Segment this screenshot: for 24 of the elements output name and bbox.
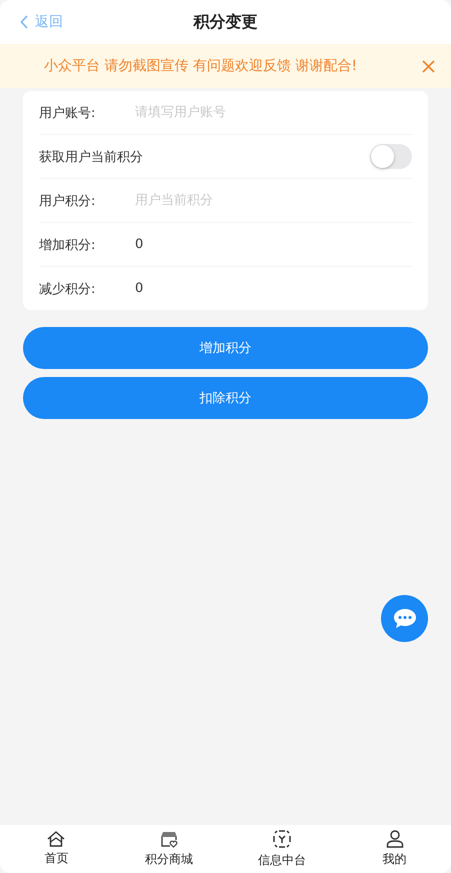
close-icon[interactable] [422,60,435,72]
user-icon [386,830,404,848]
field-label: 用户积分: [39,192,96,210]
field-label: 用户账号: [39,104,96,122]
field-label: 增加积分: [39,236,96,254]
field-label: 减少积分: [39,280,96,298]
notice-text: 小众平台 请勿截图宣传 有问题欢迎反馈 谢谢配合! [44,57,358,75]
toggle-switch[interactable] [370,144,412,169]
page-title: 积分变更 [194,12,258,32]
field-label: 获取用户当前积分 [39,148,143,166]
tab-item[interactable]: 积分商城 [112,825,226,873]
tab-item[interactable]: 我的 [338,825,451,873]
action-button[interactable]: 扣除积分 [23,377,428,419]
field-value[interactable]: 0 [135,281,144,296]
action-button[interactable]: 增加积分 [23,327,428,369]
back-icon [20,15,29,29]
tab-item[interactable]: 信息中台 [226,825,338,873]
chat-icon [392,606,418,630]
shop-icon [160,830,178,848]
tab-item[interactable]: 首页 [0,825,113,873]
field-value[interactable]: 0 [135,237,144,252]
hub-icon [272,829,292,849]
home-icon [47,831,66,847]
chat-button[interactable] [381,595,428,642]
